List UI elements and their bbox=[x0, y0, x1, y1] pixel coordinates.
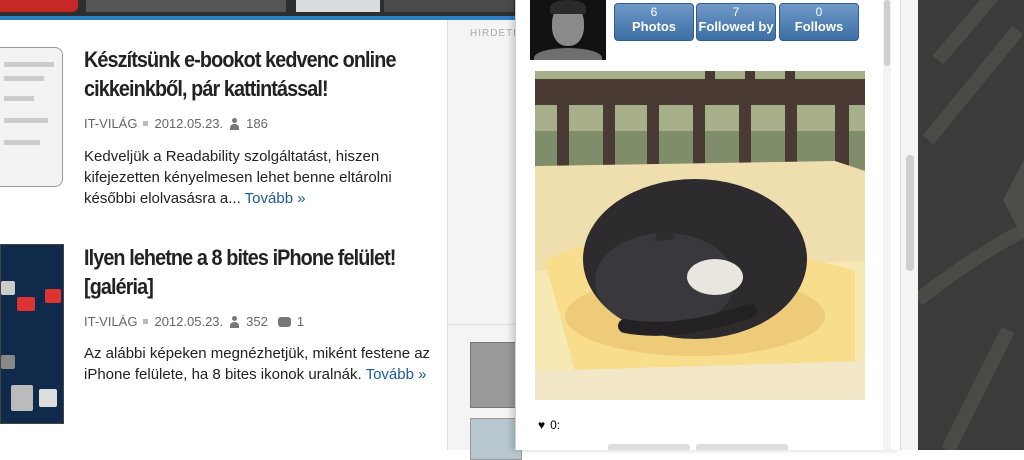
article-excerpt: Az alábbi képeken megnézhetjük, miként f… bbox=[84, 343, 434, 385]
top-thumbnail[interactable] bbox=[384, 0, 514, 12]
comment-icon bbox=[277, 316, 291, 327]
stat-label: Photos bbox=[631, 19, 677, 34]
popup-action-button[interactable] bbox=[608, 444, 690, 450]
article-views: 352 bbox=[246, 314, 268, 329]
article-excerpt-text: Kedveljük a Readability szolgáltatást, h… bbox=[84, 148, 392, 207]
stat-label: Followed by bbox=[698, 19, 774, 34]
stat-count: 6 bbox=[650, 5, 658, 19]
separator-icon bbox=[143, 121, 149, 126]
user-icon bbox=[229, 315, 240, 328]
likes-count: 0: bbox=[550, 418, 561, 432]
stat-label: Follows bbox=[794, 19, 844, 34]
article-meta: IT-VILÁG 2012.05.23. 186 bbox=[84, 116, 268, 131]
article-title[interactable]: Készítsünk e-bookot kedvenc online cikke… bbox=[84, 45, 435, 103]
stat-photos-button[interactable]: 6 Photos bbox=[614, 3, 694, 41]
heart-icon[interactable]: ♥ bbox=[538, 418, 545, 432]
popup-scrollbar[interactable] bbox=[883, 0, 891, 450]
top-thumbnail[interactable] bbox=[0, 0, 78, 12]
user-icon bbox=[229, 117, 240, 130]
stat-count: 0 bbox=[815, 5, 823, 19]
article-date: 2012.05.23. bbox=[154, 314, 224, 329]
ad-label: HIRDETÉ bbox=[470, 28, 521, 39]
article-source: IT-VILÁG bbox=[84, 314, 138, 329]
article-thumbnail[interactable] bbox=[0, 47, 63, 187]
likes-row: ♥ 0: bbox=[538, 418, 560, 432]
article-thumbnail[interactable] bbox=[0, 244, 64, 424]
article-views: 186 bbox=[246, 116, 268, 131]
separator-icon bbox=[143, 319, 149, 324]
window-scrollbar[interactable] bbox=[900, 0, 919, 450]
article-excerpt: Kedveljük a Readability szolgáltatást, h… bbox=[84, 146, 434, 209]
top-thumbnail[interactable] bbox=[296, 0, 380, 12]
article-meta: IT-VILÁG 2012.05.23. 352 1 bbox=[84, 314, 304, 329]
stat-followed-by-button[interactable]: 7 Followed by bbox=[696, 3, 776, 41]
avatar[interactable] bbox=[530, 0, 606, 60]
article-source: IT-VILÁG bbox=[84, 116, 138, 131]
article-date: 2012.05.23. bbox=[154, 116, 224, 131]
stat-follows-button[interactable]: 0 Follows bbox=[779, 3, 859, 41]
photo-popup: 6 Photos 7 Followed by 0 Follows ♥ 0: bbox=[515, 0, 901, 450]
read-more-link[interactable]: Tovább » bbox=[366, 366, 427, 383]
popup-action-button[interactable] bbox=[696, 444, 788, 450]
read-more-link[interactable]: Tovább » bbox=[245, 190, 306, 207]
cat-photo[interactable] bbox=[535, 71, 865, 400]
stat-count: 7 bbox=[732, 5, 740, 19]
page-background-pattern bbox=[918, 0, 1024, 450]
article-title[interactable]: Ilyen lehetne a 8 bites iPhone felület! … bbox=[84, 243, 435, 301]
scrollbar-thumb[interactable] bbox=[906, 155, 914, 271]
article-comments: 1 bbox=[296, 314, 305, 329]
scrollbar-thumb[interactable] bbox=[884, 0, 890, 66]
top-thumbnail[interactable] bbox=[86, 0, 286, 12]
